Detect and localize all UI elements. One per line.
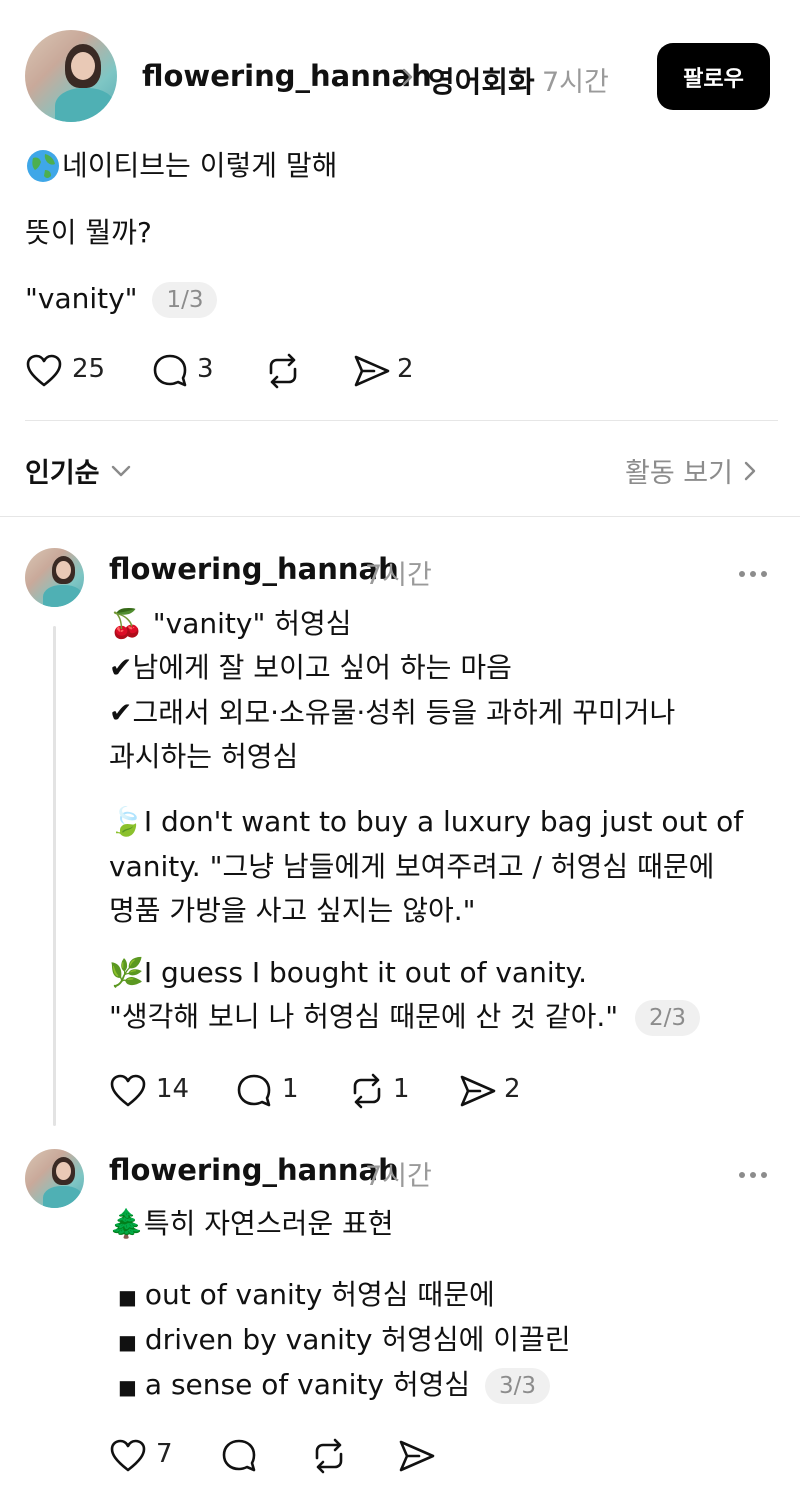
reply-line: ✔그래서 외모·소유물·성취 등을 과하게 꾸미거나 (109, 696, 676, 729)
share-icon[interactable] (352, 353, 392, 389)
reply-line: vanity. "그냥 남들에게 보여주려고 / 허영심 때문에 (109, 850, 715, 883)
sort-dropdown[interactable]: 인기순 (25, 451, 132, 490)
reply-line: 명품 가방을 사고 싶지는 않아." (109, 894, 476, 927)
thread-line (53, 626, 56, 1126)
sort-label: 인기순 (25, 458, 100, 489)
post-line-2: 뜻이 뭘까? (25, 216, 152, 249)
activity-label: 활동 보기 (625, 458, 733, 489)
globe-icon (25, 148, 61, 184)
divider (0, 516, 800, 517)
reply-time: 7시간 (365, 560, 432, 591)
reply-avatar[interactable] (25, 1149, 84, 1208)
reply-line: 🍒 "vanity" 허영심 (109, 607, 352, 640)
repost-icon[interactable] (309, 1438, 349, 1474)
author-username[interactable]: flowering_hannah (142, 59, 432, 93)
reply-pager-badge: 3/3 (485, 1368, 551, 1404)
like-count: 14 (156, 1074, 190, 1104)
list-item: ■ out of vanity 허영심 때문에 (118, 1278, 495, 1311)
repost-count: 1 (393, 1074, 410, 1104)
like-count: 25 (72, 354, 106, 384)
reply-line: 🌿I guess I bought it out of vanity. (109, 956, 588, 989)
post-line-3: "vanity" 1/3 (25, 277, 218, 321)
bullet-icon: ■ (118, 1330, 137, 1354)
evergreen-tree-icon: 🌲 (109, 1207, 144, 1240)
reply-username[interactable]: flowering_hannah (109, 552, 399, 586)
follow-button[interactable]: 팔로우 (657, 43, 770, 110)
like-icon[interactable] (109, 1438, 147, 1474)
reply-avatar[interactable] (25, 548, 84, 607)
divider (25, 420, 778, 421)
community-link[interactable]: 영어회화 (428, 59, 535, 101)
comment-icon[interactable] (236, 1073, 274, 1109)
reply-pager-badge: 2/3 (635, 1000, 701, 1036)
heavy-check-icon: ✔ (109, 651, 133, 684)
post-pager-badge: 1/3 (152, 282, 218, 318)
reply-time: 7시간 (365, 1161, 432, 1192)
reply-line: 🍃I don't want to buy a luxury bag just o… (109, 805, 744, 838)
more-options-icon[interactable] (739, 562, 772, 581)
share-icon[interactable] (397, 1438, 437, 1474)
reply-line: "생각해 보니 나 허영심 때문에 산 것 같아." 2/3 (109, 995, 701, 1039)
bullet-icon: ■ (118, 1285, 137, 1309)
more-options-icon[interactable] (739, 1163, 772, 1182)
bullet-icon: ■ (118, 1375, 137, 1399)
chevron-right-icon (400, 67, 416, 87)
list-item: ■ a sense of vanity 허영심 3/3 (118, 1363, 551, 1409)
repost-icon[interactable] (347, 1073, 387, 1109)
reply-line: 🌲특히 자연스러운 표현 (109, 1207, 394, 1240)
share-icon[interactable] (458, 1073, 498, 1109)
herb-icon: 🌿 (109, 956, 144, 989)
comment-icon[interactable] (152, 353, 190, 389)
reply-line: 과시하는 허영심 (109, 740, 299, 773)
author-avatar[interactable] (25, 30, 117, 122)
like-count: 7 (156, 1439, 173, 1469)
chevron-down-icon (110, 463, 132, 479)
post-time: 7시간 (542, 67, 609, 98)
heavy-check-icon: ✔ (109, 696, 133, 729)
chevron-right-icon (743, 460, 757, 482)
comment-count: 1 (282, 1074, 299, 1104)
cherries-icon: 🍒 (109, 607, 144, 640)
leaf-icon: 🍃 (109, 805, 144, 838)
comment-count: 3 (197, 354, 214, 384)
list-item: ■ driven by vanity 허영심에 이끌린 (118, 1323, 571, 1356)
activity-link[interactable]: 활동 보기 (625, 451, 757, 490)
share-count: 2 (504, 1074, 521, 1104)
repost-icon[interactable] (263, 353, 303, 389)
reply-username[interactable]: flowering_hannah (109, 1153, 399, 1187)
comment-icon[interactable] (221, 1438, 259, 1474)
share-count: 2 (397, 354, 414, 384)
post-word: "vanity" (25, 282, 138, 315)
reply-line: ✔남에게 잘 보이고 싶어 하는 마음 (109, 651, 512, 684)
like-icon[interactable] (25, 353, 63, 389)
like-icon[interactable] (109, 1073, 147, 1109)
post-line-1: 네이티브는 이렇게 말해 (62, 149, 338, 182)
